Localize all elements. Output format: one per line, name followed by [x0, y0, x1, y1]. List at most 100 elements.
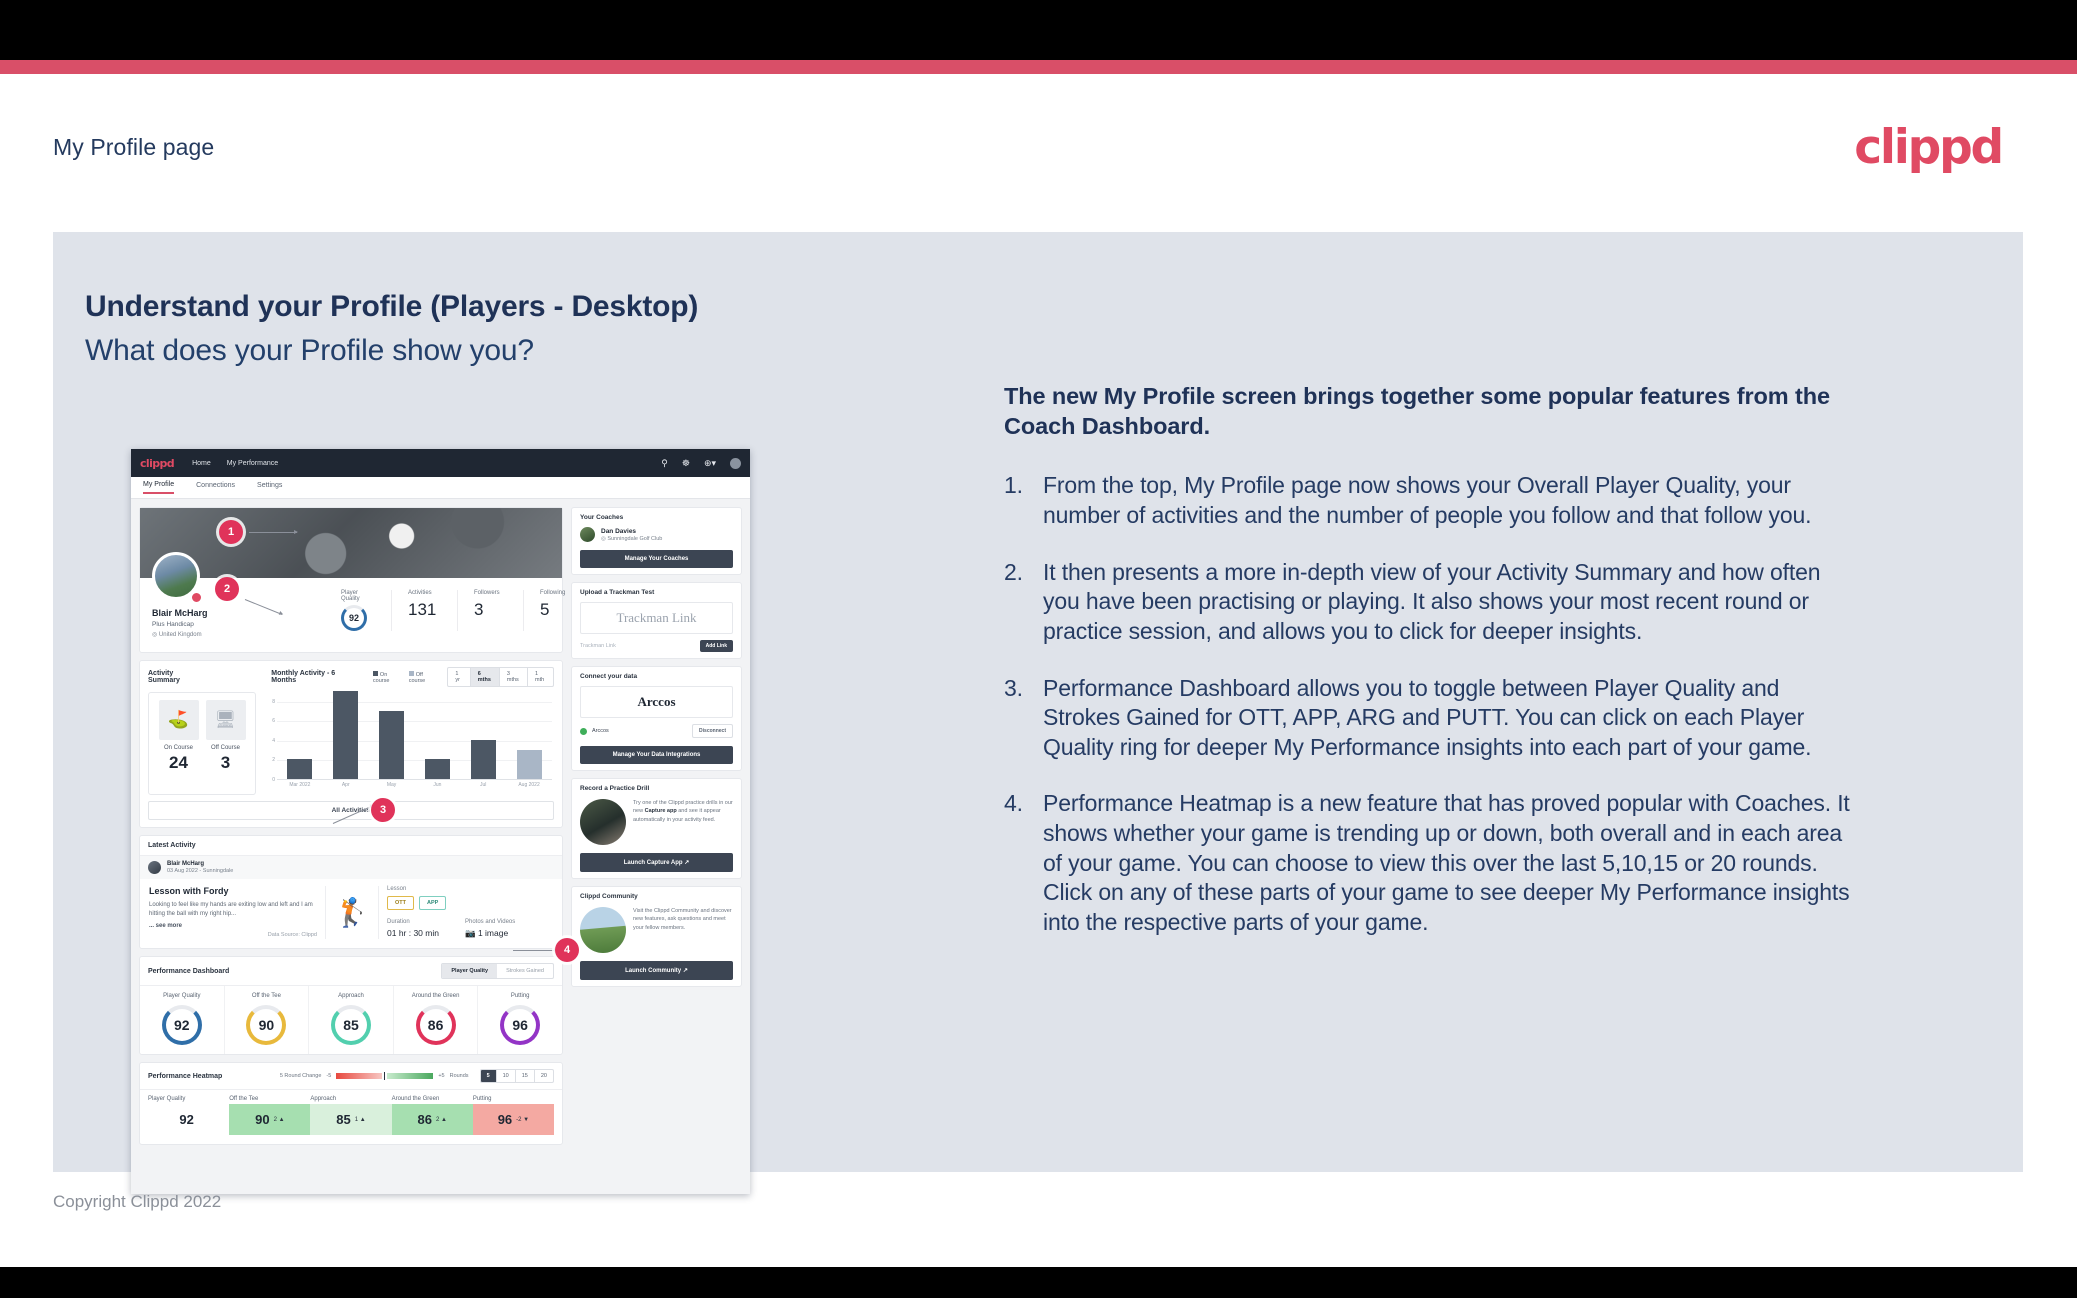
bar-aug[interactable] — [516, 749, 542, 779]
coach-row[interactable]: Dan Davies ◎ Sunningdale Golf Club — [580, 527, 733, 542]
golf-flag-icon: ⛳ — [158, 700, 199, 740]
clippd-logo: clippd — [1854, 120, 2004, 175]
practice-drill-card: Record a Practice Drill Try one of the C… — [571, 778, 742, 879]
scale-min: -5 — [326, 1073, 332, 1079]
heatmap-cell-off-the-tee[interactable]: 90 2 ▲ — [229, 1104, 311, 1135]
stat-value: 5 — [540, 600, 550, 619]
tile-label: On Course — [163, 745, 193, 751]
cell-delta: 2 ▲ — [435, 1116, 447, 1123]
add-icon[interactable]: ⊕▾ — [704, 458, 716, 469]
launch-community-button[interactable]: Launch Community ↗ — [580, 961, 733, 980]
explanation-copy: The new My Profile screen brings togethe… — [1004, 382, 1854, 965]
toggle-player-quality[interactable]: Player Quality — [442, 964, 498, 978]
range-1mth[interactable]: 1 mth — [527, 668, 553, 686]
activity-detail: Lesson with Fordy Looking to feel like m… — [140, 879, 562, 948]
stat-followers[interactable]: Followers 3 — [457, 590, 523, 631]
range-6mths[interactable]: 6 mths — [469, 668, 499, 686]
tab-my-profile[interactable]: My Profile — [143, 481, 175, 494]
author-name: Blair McHarg — [167, 861, 205, 867]
manage-coaches-button[interactable]: Manage Your Coaches — [580, 550, 733, 568]
trackman-logo: Trackman Link — [580, 602, 733, 634]
ring-value: 85 — [330, 1005, 371, 1045]
activity-headline: Lesson with Fordy — [149, 886, 229, 896]
heatmap-label: Approach — [310, 1096, 337, 1102]
ytick: 0 — [272, 777, 275, 783]
bar-jul[interactable] — [470, 739, 496, 779]
activity-data-source: Data Source: Clippd — [267, 932, 317, 939]
stat-activities[interactable]: Activities 131 — [391, 590, 457, 631]
cell-value: 92 — [179, 1112, 194, 1127]
manage-integrations-button[interactable]: Manage Your Data Integrations — [580, 746, 733, 764]
edit-avatar-icon[interactable] — [190, 591, 203, 604]
tab-settings[interactable]: Settings — [257, 482, 282, 493]
ring-approach[interactable]: Approach 85 — [308, 986, 393, 1054]
bar-jun[interactable] — [424, 759, 450, 779]
chip-ott[interactable]: OTT — [387, 896, 414, 910]
on-course-tile[interactable]: ⛳ On Course 24 — [158, 700, 199, 787]
rounds-5[interactable]: 5 — [480, 1070, 496, 1082]
activity-type-label: Lesson — [387, 886, 407, 892]
ring-off-the-tee[interactable]: Off the Tee 90 — [223, 986, 309, 1054]
stat-player-quality[interactable]: Player Quality 92 — [325, 590, 391, 631]
bar-mar[interactable] — [287, 759, 313, 779]
bar-apr[interactable] — [333, 691, 359, 779]
disconnect-button[interactable]: Disconnect — [692, 724, 733, 738]
heatmap-cell-approach[interactable]: 85 1 ▲ — [310, 1104, 392, 1135]
letterbox-bottom — [0, 1267, 2077, 1298]
ring-label: Off the Tee — [251, 993, 281, 999]
chart-plot-area — [277, 691, 552, 780]
heatmap-cell-putting[interactable]: 96 -2 ▼ — [472, 1104, 555, 1135]
ring-label: Approach — [338, 993, 364, 999]
list-text: From the top, My Profile page now shows … — [1043, 472, 1812, 528]
performance-rings: Player Quality 92 Off the Tee 90 Approac… — [140, 986, 562, 1054]
tab-connections[interactable]: Connections — [196, 482, 235, 493]
range-selector: 1 yr 6 mths 3 mths 1 mth — [447, 667, 554, 687]
nav-home[interactable]: Home — [192, 460, 211, 467]
heatmap-cell-around-the-green[interactable]: 86 2 ▲ — [391, 1104, 473, 1135]
scale-gradient — [336, 1072, 434, 1080]
community-icon[interactable]: ☸ — [682, 458, 690, 469]
stat-following[interactable]: Following 5 — [523, 590, 589, 631]
bar-may[interactable] — [379, 710, 405, 779]
dashboard-metric-toggle: Player Quality Strokes Gained — [441, 963, 554, 979]
monthly-activity-chart: 0 2 4 6 8 Mar 2022 Apr May Jun Jul Aug 2… — [264, 691, 554, 795]
trackman-input-row: Trackman Link Add Link — [580, 640, 733, 652]
heatmap-cells: 92 90 2 ▲ 85 1 ▲ 86 2 ▲ 96 -2 ▼ — [140, 1102, 562, 1144]
search-icon[interactable]: ⚲ — [661, 458, 668, 469]
performance-dashboard-card: Performance Dashboard Player Quality Str… — [139, 956, 563, 1055]
ring-player-quality[interactable]: Player Quality 92 — [140, 986, 224, 1054]
range-1yr[interactable]: 1 yr — [448, 668, 469, 686]
page-title: My Profile page — [53, 134, 215, 160]
launch-capture-app-button[interactable]: Launch Capture App ↗ — [580, 853, 733, 872]
chip-app[interactable]: APP — [419, 896, 447, 910]
avatar-icon[interactable] — [730, 457, 741, 469]
ring-label: Player Quality — [163, 993, 201, 999]
heatmap-cell-player-quality[interactable]: 92 — [148, 1104, 230, 1135]
trackman-link-input[interactable]: Trackman Link — [580, 643, 695, 649]
connect-data-card: Connect your data Arccos Arccos Disconne… — [571, 666, 742, 771]
scale-max: +5 — [438, 1073, 445, 1079]
all-activities-button[interactable]: All Activities — [148, 801, 554, 820]
cover-photo — [140, 508, 562, 578]
nav-my-performance[interactable]: My Performance — [227, 460, 278, 467]
cell-delta: 2 ▲ — [273, 1116, 285, 1123]
heatmap-label: Off the Tee — [229, 1096, 259, 1102]
rounds-15[interactable]: 15 — [514, 1070, 534, 1082]
drill-text: Try one of the Clippd practice drills in… — [633, 800, 733, 823]
rounds-20[interactable]: 20 — [533, 1070, 553, 1082]
activity-text-block: Lesson with Fordy Looking to feel like m… — [149, 886, 317, 939]
legend-on-course: On course — [372, 670, 390, 684]
list-text: Performance Dashboard allows you to togg… — [1043, 674, 1812, 760]
list-number: 1. — [1004, 472, 1023, 499]
author-avatar — [148, 861, 161, 874]
range-3mths[interactable]: 3 mths — [498, 668, 527, 686]
callout-1: 1 — [219, 520, 243, 544]
rounds-10[interactable]: 10 — [495, 1070, 515, 1082]
performance-dashboard-title: Performance Dashboard — [148, 967, 230, 975]
ring-putting[interactable]: Putting 96 — [477, 986, 562, 1054]
toggle-strokes-gained[interactable]: Strokes Gained — [497, 964, 553, 978]
see-more-link[interactable]: ... see more — [149, 923, 317, 929]
ring-around-the-green[interactable]: Around the Green 86 — [392, 986, 478, 1054]
add-link-button[interactable]: Add Link — [699, 640, 733, 652]
off-course-tile[interactable]: 🖥 Off Course 3 — [205, 700, 246, 787]
